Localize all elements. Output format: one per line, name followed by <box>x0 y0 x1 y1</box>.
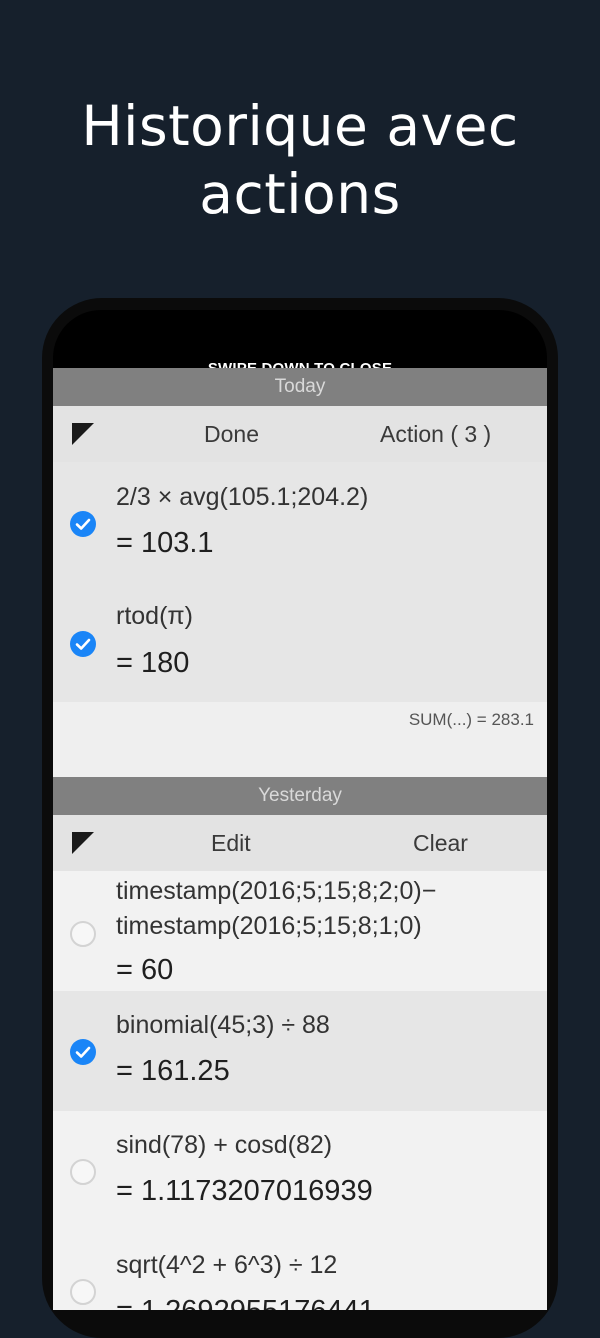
history-result: = 1.1173207016939 <box>116 1175 373 1207</box>
checked-icon[interactable] <box>70 511 96 537</box>
select-all-icon[interactable] <box>72 832 94 854</box>
history-expression: timestamp(2016;5;15;8;1;0) <box>116 912 422 940</box>
section-header-yesterday: Yesterday <box>53 777 547 815</box>
phone-screen: SWIPE DOWN TO CLOSE Today Done Action ( … <box>53 310 547 1310</box>
history-result: = 1.2692955176441 <box>116 1293 375 1310</box>
history-item[interactable]: 2/3 × avg(105.1;204.2) = 103.1 <box>53 462 547 582</box>
history-expression: timestamp(2016;5;15;8;2;0)− <box>116 877 437 905</box>
checked-icon[interactable] <box>70 631 96 657</box>
history-expression: binomial(45;3) ÷ 88 <box>116 1011 330 1039</box>
done-button[interactable]: Done <box>204 406 259 462</box>
promo-title: Historique avec actions <box>0 92 600 228</box>
history-result: = 103.1 <box>116 527 214 559</box>
history-result: = 161.25 <box>116 1055 230 1087</box>
edit-button[interactable]: Edit <box>211 815 251 871</box>
sum-bar: SUM(...) = 283.1 <box>53 702 547 777</box>
select-all-icon[interactable] <box>72 423 94 445</box>
unchecked-icon[interactable] <box>70 1159 96 1185</box>
history-item[interactable]: sind(78) + cosd(82) = 1.1173207016939 <box>53 1111 547 1231</box>
history-item[interactable]: rtod(π) = 180 <box>53 582 547 702</box>
checked-icon[interactable] <box>70 1039 96 1065</box>
history-expression: 2/3 × avg(105.1;204.2) <box>116 483 369 511</box>
clear-button[interactable]: Clear <box>413 815 468 871</box>
promo-title-line2: actions <box>199 162 401 226</box>
section-header-today: Today <box>53 368 547 406</box>
history-item[interactable]: binomial(45;3) ÷ 88 = 161.25 <box>53 991 547 1111</box>
history-sheet: Today Done Action ( 3 ) 2/3 × avg(105.1;… <box>53 368 547 1310</box>
action-button[interactable]: Action ( 3 ) <box>380 406 491 462</box>
unchecked-icon[interactable] <box>70 1279 96 1305</box>
toolbar-today: Done Action ( 3 ) <box>53 406 547 462</box>
history-result: = 60 <box>116 954 174 986</box>
promo-title-line1: Historique avec <box>81 94 519 158</box>
toolbar-yesterday: Edit Clear <box>53 815 547 871</box>
history-item[interactable]: sqrt(4^2 + 6^3) ÷ 12 = 1.2692955176441 <box>53 1231 547 1310</box>
unchecked-icon[interactable] <box>70 921 96 947</box>
history-item[interactable]: timestamp(2016;5;15;8;2;0)− timestamp(20… <box>53 871 547 991</box>
sum-value[interactable]: SUM(...) = 283.1 <box>409 710 534 730</box>
history-expression: sind(78) + cosd(82) <box>116 1131 333 1159</box>
history-expression: rtod(π) <box>116 602 193 630</box>
history-result: = 180 <box>116 647 190 679</box>
history-expression: sqrt(4^2 + 6^3) ÷ 12 <box>116 1251 338 1279</box>
